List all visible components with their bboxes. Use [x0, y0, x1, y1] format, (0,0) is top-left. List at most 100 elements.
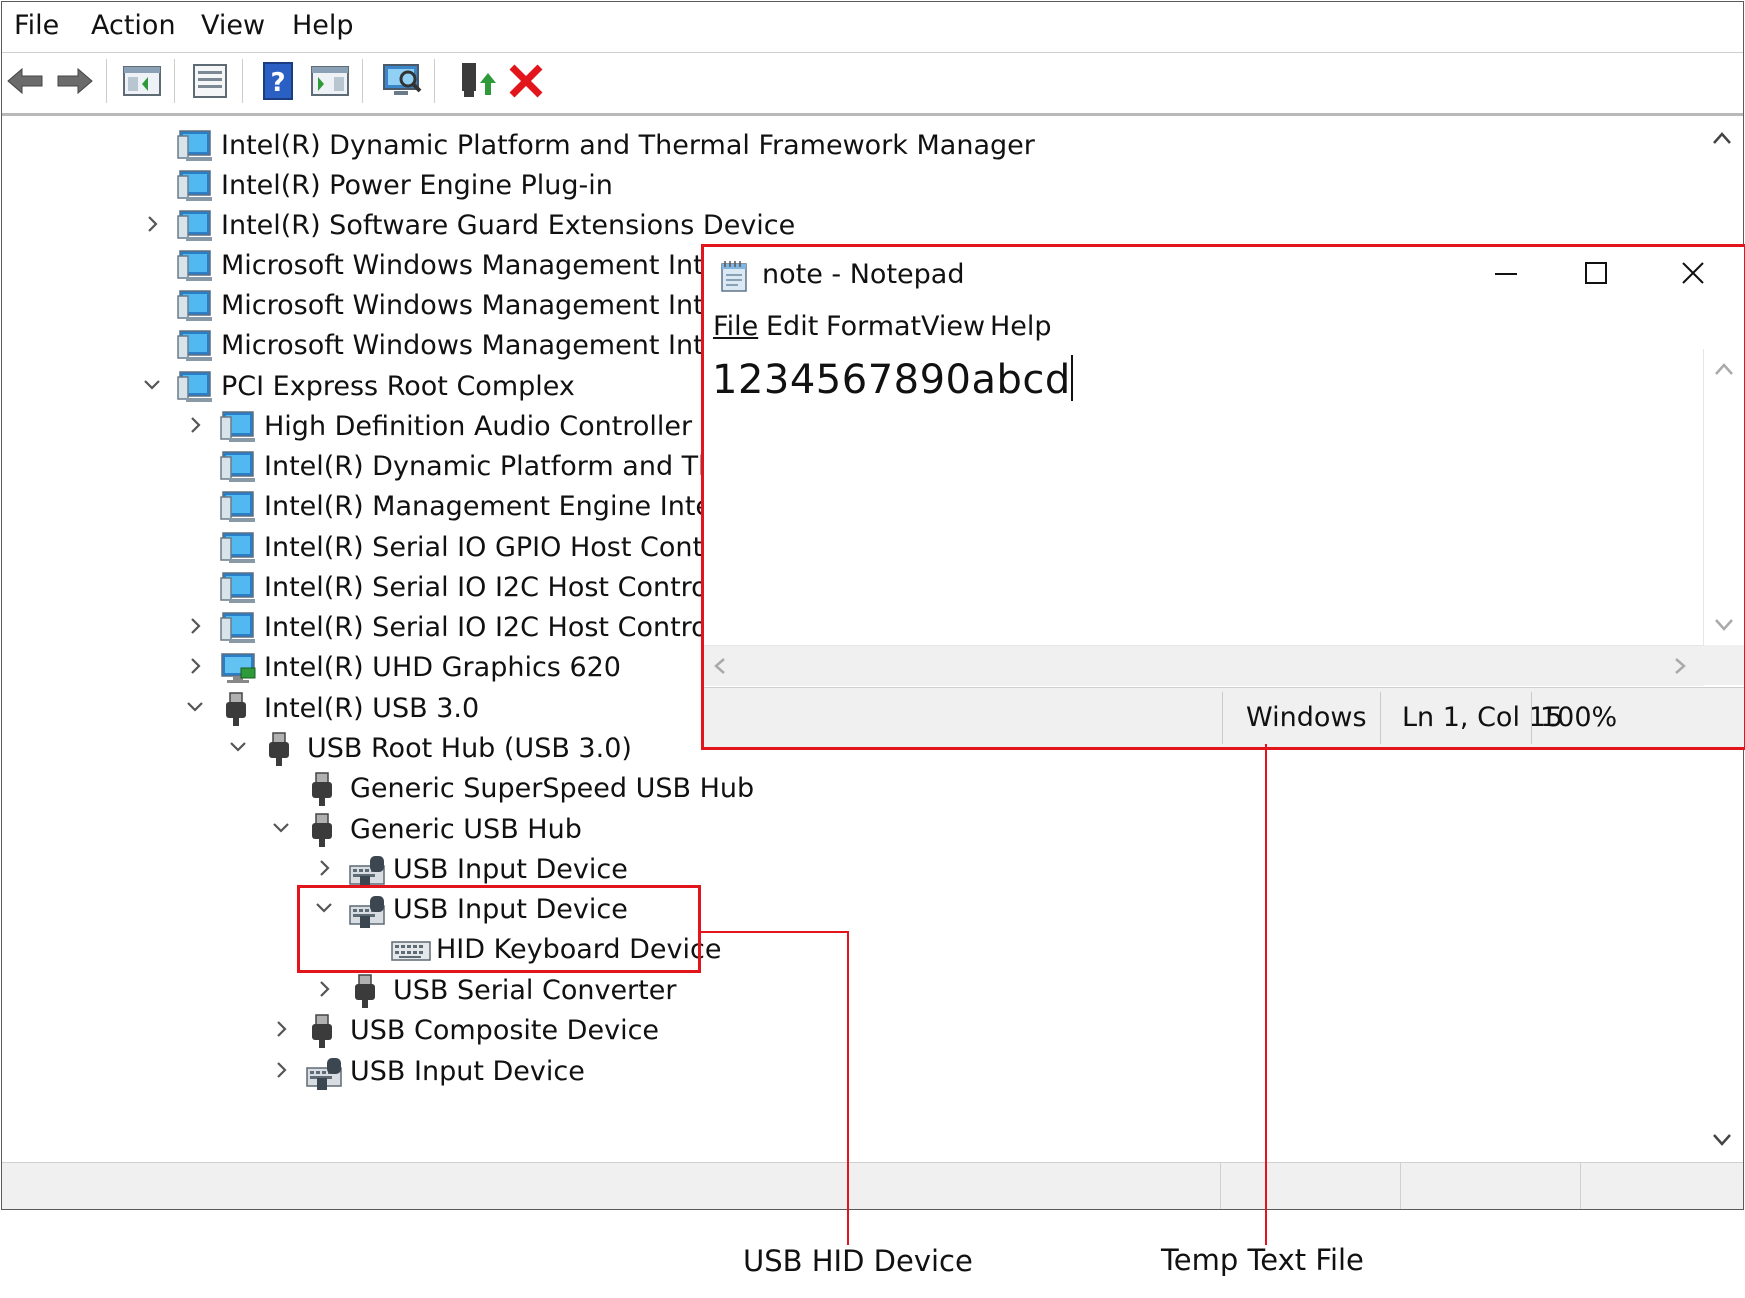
notepad-title: note - Notepad	[762, 259, 965, 290]
collapse-chevron-icon[interactable]	[226, 735, 250, 759]
update-driver-icon[interactable]	[454, 59, 498, 103]
scan-hardware-icon[interactable]	[380, 59, 424, 103]
tree-item-label: USB Input Device	[393, 854, 628, 885]
device-icon	[177, 250, 213, 282]
tree-item-label: USB Input Device	[350, 1056, 585, 1087]
usb-plug-icon	[354, 974, 376, 1009]
scroll-down-icon[interactable]	[1712, 615, 1736, 635]
status-pane	[1580, 1163, 1743, 1209]
collapse-chevron-icon[interactable]	[140, 373, 164, 397]
maximize-icon[interactable]	[1551, 247, 1641, 305]
device-icon	[220, 572, 256, 604]
forward-arrow-icon[interactable]	[52, 59, 96, 103]
tree-item-label: USB Serial Converter	[393, 975, 677, 1006]
tree-item-label: Intel(R) Serial IO GPIO Host Controller	[264, 532, 773, 563]
tree-item-label: Intel(R) Serial IO I2C Host Controller -	[264, 612, 769, 643]
tree-item-label: Intel(R) USB 3.0	[264, 693, 480, 724]
tree-row[interactable]: Intel(R) Software Guard Extensions Devic…	[2, 206, 1692, 246]
tree-item-label: Intel(R) Serial IO I2C Host Controller -	[264, 572, 769, 603]
device-icon	[177, 210, 213, 242]
tree-item-label: Intel(R) UHD Graphics 620	[264, 652, 621, 683]
expand-chevron-icon[interactable]	[312, 856, 336, 880]
tree-row[interactable]: USB Input Device	[2, 850, 1692, 890]
expand-chevron-icon[interactable]	[269, 1058, 293, 1082]
tree-item-label: Microsoft Windows Management Interfac	[221, 250, 773, 281]
notepad-menu-file[interactable]: File	[713, 309, 758, 345]
scroll-up-icon[interactable]	[1710, 128, 1734, 148]
notepad-menu-format[interactable]: Format	[826, 309, 921, 345]
expand-chevron-icon[interactable]	[140, 212, 164, 236]
notepad-menu-edit[interactable]: Edit	[766, 309, 818, 345]
collapse-chevron-icon[interactable]	[269, 816, 293, 840]
device-icon	[220, 451, 256, 483]
toolbar-separator	[362, 59, 363, 103]
expand-chevron-icon[interactable]	[183, 654, 207, 678]
back-arrow-icon[interactable]	[4, 59, 48, 103]
temp-callout-line-vertical	[1265, 744, 1267, 1245]
expand-chevron-icon[interactable]	[312, 977, 336, 1001]
tree-item-label: Generic SuperSpeed USB Hub	[350, 773, 755, 804]
scrollbar-corner	[1704, 645, 1744, 685]
device-icon	[177, 170, 213, 202]
notepad-vertical-scrollbar[interactable]	[1703, 349, 1744, 645]
expand-chevron-icon[interactable]	[269, 1017, 293, 1041]
scroll-left-icon[interactable]	[710, 656, 730, 676]
menu-view[interactable]: View	[201, 10, 265, 42]
status-pane	[1220, 1163, 1401, 1209]
show-hide-console-tree-icon[interactable]	[120, 59, 164, 103]
uninstall-icon[interactable]	[504, 59, 548, 103]
scroll-up-icon[interactable]	[1712, 359, 1736, 379]
hid-input-icon	[349, 855, 385, 888]
hid-callout-line-horizontal	[700, 931, 849, 933]
tree-row[interactable]: Generic SuperSpeed USB Hub	[2, 769, 1692, 809]
toolbar-separator	[174, 59, 175, 103]
tree-item-label: Intel(R) Dynamic Platform and Thermal Fr…	[221, 130, 1035, 161]
device-icon	[220, 411, 256, 443]
usb-hid-highlight-box	[297, 885, 701, 973]
device-icon	[177, 330, 213, 362]
scroll-down-icon[interactable]	[1710, 1130, 1734, 1150]
device-icon	[220, 532, 256, 564]
status-separator	[1222, 692, 1223, 744]
temp-text-file-callout: Temp Text File	[1161, 1243, 1364, 1277]
status-position: Ln 1, Col 15	[1402, 702, 1563, 733]
help-icon[interactable]: ?	[256, 59, 300, 103]
expand-chevron-icon[interactable]	[183, 413, 207, 437]
usb-plug-icon	[311, 772, 333, 807]
device-icon	[177, 371, 213, 403]
notepad-menu-help[interactable]: Help	[990, 309, 1052, 345]
menu-action[interactable]: Action	[91, 10, 176, 42]
expand-chevron-icon[interactable]	[183, 614, 207, 638]
tree-row[interactable]: USB Input Device	[2, 890, 1692, 930]
minimize-icon[interactable]	[1461, 247, 1551, 305]
collapse-chevron-icon[interactable]	[183, 695, 207, 719]
menu-file[interactable]: File	[14, 10, 59, 42]
properties-icon[interactable]	[188, 59, 232, 103]
notepad-status-bar: Windows (C Ln 1, Col 15 100%	[704, 687, 1744, 747]
device-icon	[177, 290, 213, 322]
notepad-title-bar[interactable]: note - Notepad	[704, 247, 1744, 305]
hid-callout-line-vertical	[847, 931, 849, 1245]
tree-item-label: USB Composite Device	[350, 1015, 660, 1046]
status-bar	[2, 1162, 1743, 1209]
display-adapter-icon	[221, 653, 256, 684]
status-pane	[1400, 1163, 1581, 1209]
hid-input-icon	[306, 1057, 342, 1090]
tree-row[interactable]: Intel(R) Power Engine Plug-in	[2, 166, 1692, 206]
tree-item-label: Intel(R) Power Engine Plug-in	[221, 170, 613, 201]
text-caret	[1070, 355, 1073, 401]
tree-item-label: Intel(R) Software Guard Extensions Devic…	[221, 210, 796, 241]
notepad-menu-bar: File Edit Format View Help	[704, 305, 1744, 349]
status-encoding: Windows (C	[1246, 702, 1374, 733]
device-icon	[220, 491, 256, 523]
tree-row[interactable]: Intel(R) Dynamic Platform and Thermal Fr…	[2, 126, 1692, 166]
notepad-horizontal-scrollbar[interactable]	[704, 645, 1704, 686]
status-separator	[1380, 692, 1381, 744]
close-icon[interactable]	[1648, 247, 1738, 305]
scroll-right-icon[interactable]	[1670, 656, 1690, 676]
notepad-menu-view[interactable]: View	[921, 309, 985, 345]
notepad-text-area[interactable]: 1234567890abcd	[704, 349, 1704, 645]
tree-row[interactable]: Generic USB Hub	[2, 810, 1692, 850]
menu-help[interactable]: Help	[292, 10, 354, 42]
action-pane-icon[interactable]	[308, 59, 352, 103]
